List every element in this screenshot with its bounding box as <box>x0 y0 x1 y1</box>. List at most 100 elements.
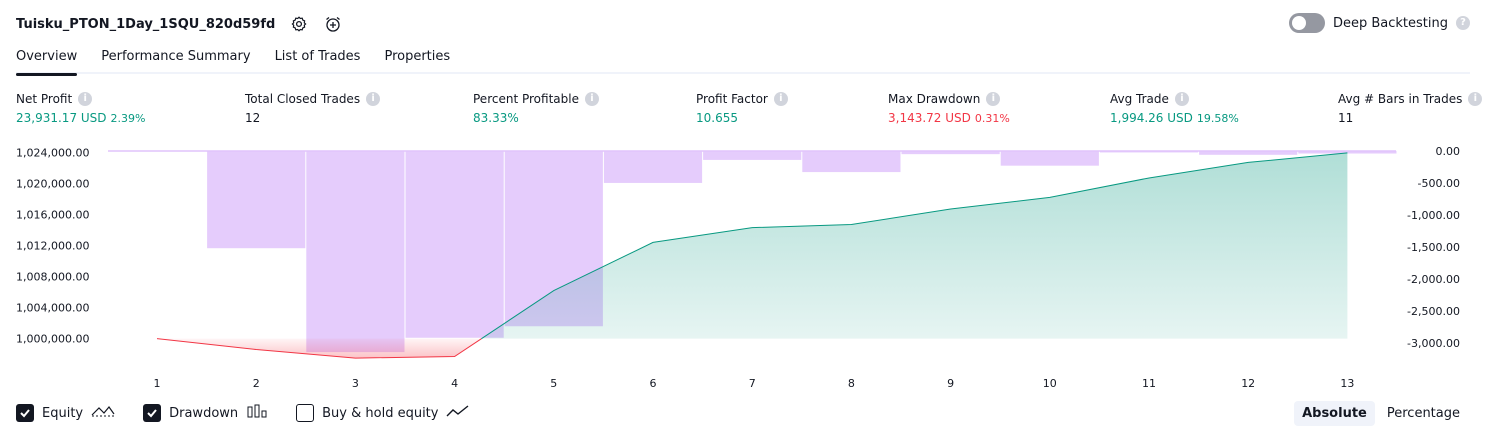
metric-max-drawdown: Max Drawdown i 3,143.72 USD 0.31% <box>888 92 1010 125</box>
checkbox-checked-icon[interactable] <box>16 404 34 422</box>
info-icon[interactable]: i <box>773 92 788 106</box>
strategy-header: Tuisku_PTON_1Day_1SQU_820d59fd <box>16 12 343 36</box>
x-axis-tick: 8 <box>848 377 855 390</box>
legend-label: Drawdown <box>169 405 239 421</box>
drawdown-bar <box>901 150 1000 155</box>
metric-value: 10.655 <box>696 111 738 125</box>
mode-absolute-button[interactable]: Absolute <box>1294 401 1375 426</box>
metric-total-closed-trades: Total Closed Trades i 12 <box>245 92 381 125</box>
metrics-row: Net Profit i 23,931.17 USD 2.39% Total Clo… <box>0 92 1486 132</box>
metric-value: 23,931.17 USD <box>16 111 107 125</box>
x-axis-tick: 1 <box>154 377 161 390</box>
metric-label: Profit Factor <box>696 92 768 106</box>
metric-percent: 0.31% <box>974 112 1010 125</box>
equity-line-icon <box>91 404 115 422</box>
y-axis-tick-left: 1,004,000.00 <box>16 302 89 315</box>
drawdown-bar <box>1199 150 1298 155</box>
x-axis-tick: 12 <box>1241 377 1255 390</box>
checkbox-checked-icon[interactable] <box>143 404 162 422</box>
info-icon[interactable]: i <box>78 92 93 106</box>
y-axis-tick-left: 1,024,000.00 <box>16 146 89 159</box>
legend-label: Equity <box>42 405 84 421</box>
drawdown-bar <box>1099 150 1199 153</box>
metric-profit-factor: Profit Factor i 10.655 <box>696 92 788 125</box>
metric-value: 12 <box>245 111 261 125</box>
toggle-knob <box>1291 16 1306 30</box>
drawdown-bar <box>306 150 405 353</box>
info-icon[interactable]: i <box>986 92 1001 106</box>
y-axis-tick-right: -3,000.00 <box>1407 337 1460 350</box>
x-axis-tick: 11 <box>1142 377 1156 390</box>
strategy-name: Tuisku_PTON_1Day_1SQU_820d59fd <box>16 16 276 32</box>
metric-value: 11 <box>1338 111 1354 125</box>
gear-icon[interactable] <box>289 14 309 34</box>
x-axis-tick: 6 <box>650 377 657 390</box>
metric-value: 83.33% <box>473 111 519 125</box>
y-axis-tick-right: -500.00 <box>1418 177 1460 190</box>
metric-label: Avg # Bars in Trades <box>1338 92 1463 106</box>
y-axis-tick-left: 1,016,000.00 <box>16 208 89 221</box>
buy-hold-line-icon <box>446 404 470 422</box>
y-axis-tick-right: 0.00 <box>1436 145 1461 158</box>
alarm-clock-plus-icon[interactable] <box>323 14 343 34</box>
metric-label: Net Profit <box>16 92 73 106</box>
y-axis-tick-right: -2,000.00 <box>1407 273 1460 286</box>
x-axis-tick: 10 <box>1043 377 1057 390</box>
y-axis-tick-right: -2,500.00 <box>1407 305 1460 318</box>
drawdown-bar <box>603 150 703 183</box>
info-icon[interactable]: i <box>366 92 381 106</box>
metric-value: 1,994.26 USD <box>1110 111 1193 125</box>
legend-label: Buy & hold equity <box>322 405 439 421</box>
mode-percentage-button[interactable]: Percentage <box>1379 401 1468 426</box>
tab-performance-summary[interactable]: Performance Summary <box>101 46 250 74</box>
tab-list-of-trades[interactable]: List of Trades <box>275 46 361 74</box>
y-axis-tick-right: -1,500.00 <box>1407 241 1460 254</box>
tab-overview[interactable]: Overview <box>16 46 78 76</box>
drawdown-bar <box>802 150 901 173</box>
y-axis-tick-left: 1,012,000.00 <box>16 240 89 253</box>
deep-backtesting-toggle[interactable] <box>1288 13 1325 33</box>
x-axis-tick: 4 <box>451 377 458 390</box>
metric-avg-bars: Avg # Bars in Trades i 11 <box>1338 92 1483 125</box>
metric-net-profit: Net Profit i 23,931.17 USD 2.39% <box>16 92 145 125</box>
metric-avg-trade: Avg Trade i 1,994.26 USD 19.58% <box>1110 92 1239 125</box>
legend-drawdown[interactable]: Drawdown <box>143 404 268 422</box>
metric-label: Percent Profitable <box>473 92 579 106</box>
info-icon[interactable]: i <box>1468 92 1483 106</box>
x-axis-tick: 3 <box>352 377 359 390</box>
y-axis-tick-left: 1,020,000.00 <box>16 177 89 190</box>
metric-value: 3,143.72 USD <box>888 111 971 125</box>
drawdown-bar <box>207 150 306 249</box>
tab-properties[interactable]: Properties <box>384 46 450 74</box>
drawdown-bars-icon <box>246 404 268 422</box>
metric-percent: 19.58% <box>1196 112 1239 125</box>
info-icon[interactable]: i <box>584 92 599 106</box>
display-mode-toggle: Absolute Percentage <box>1294 401 1468 426</box>
y-axis-tick-right: -1,000.00 <box>1407 209 1460 222</box>
tab-bar: Overview Performance Summary List of Tra… <box>16 46 1470 76</box>
metric-label: Total Closed Trades <box>245 92 361 106</box>
drawdown-bar <box>703 150 802 160</box>
equity-drawdown-chart[interactable]: 1,024,000.00 1,020,000.00 1,016,000.00 1,01… <box>0 136 1486 392</box>
metric-label: Max Drawdown <box>888 92 981 106</box>
metric-label: Avg Trade <box>1110 92 1169 106</box>
info-icon[interactable]: i <box>1174 92 1189 106</box>
deep-backtesting-label: Deep Backtesting <box>1332 15 1448 31</box>
deep-backtesting: Deep Backtesting ? <box>1288 13 1470 33</box>
y-axis-tick-left: 1,008,000.00 <box>16 271 89 284</box>
help-icon[interactable]: ? <box>1456 16 1470 30</box>
x-axis-tick: 7 <box>749 377 756 390</box>
x-axis-tick: 13 <box>1340 377 1354 390</box>
x-axis-tick: 2 <box>253 377 260 390</box>
checkbox-unchecked-icon[interactable] <box>296 404 315 422</box>
drawdown-bar <box>405 150 504 338</box>
x-axis-tick: 5 <box>550 377 557 390</box>
x-axis-tick: 9 <box>947 377 954 390</box>
chart-legend: Equity Drawdown Buy & hold equity <box>16 404 470 422</box>
legend-equity[interactable]: Equity <box>16 404 115 422</box>
drawdown-bar <box>1000 150 1099 166</box>
metric-percent-profitable: Percent Profitable i 83.33% <box>473 92 599 125</box>
y-axis-tick-left: 1,000,000.00 <box>16 333 89 346</box>
legend-buy-hold[interactable]: Buy & hold equity <box>296 404 470 422</box>
metric-percent: 2.39% <box>110 112 146 125</box>
